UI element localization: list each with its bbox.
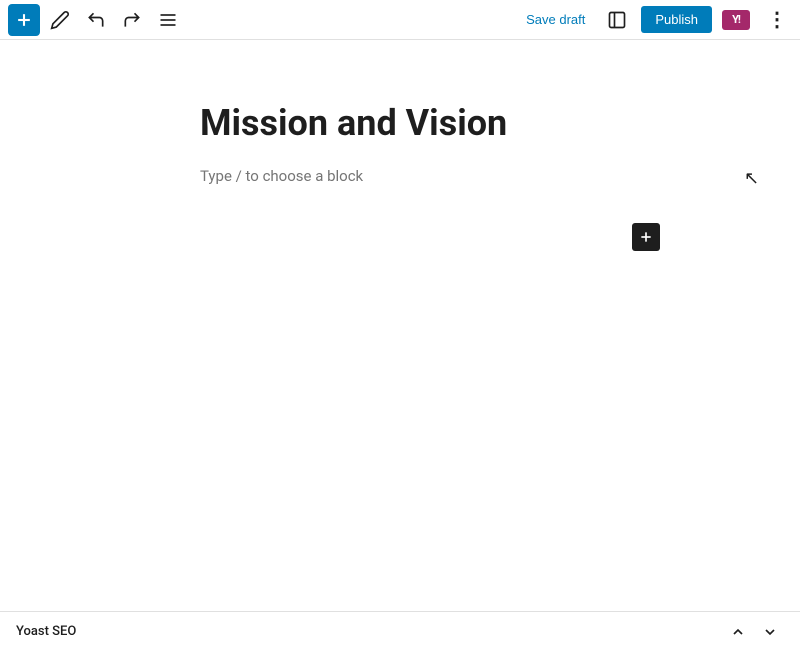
yoast-expand-down-button[interactable] xyxy=(756,618,784,646)
undo-icon xyxy=(86,10,106,30)
more-options-button[interactable]: ⋮ xyxy=(760,4,792,36)
save-draft-button[interactable]: Save draft xyxy=(518,8,593,31)
publish-button[interactable]: Publish xyxy=(641,6,712,33)
document-overview-button[interactable] xyxy=(152,4,184,36)
redo-icon xyxy=(122,10,142,30)
add-block-floating-button[interactable] xyxy=(632,223,660,251)
view-button[interactable] xyxy=(601,4,633,36)
add-block-toolbar-button[interactable] xyxy=(8,4,40,36)
list-icon xyxy=(158,10,178,30)
chevron-up-icon xyxy=(730,624,746,640)
editor-area: Mission and Vision Type / to choose a bl… xyxy=(0,40,800,611)
yoast-seo-label: Yoast SEO xyxy=(16,624,76,639)
toolbar-left xyxy=(8,4,184,36)
redo-button[interactable] xyxy=(116,4,148,36)
bottom-bar-controls xyxy=(724,618,784,646)
block-placeholder[interactable]: Type / to choose a block xyxy=(200,167,600,185)
post-title[interactable]: Mission and Vision xyxy=(200,100,600,147)
chevron-down-icon xyxy=(762,624,778,640)
add-block-plus-icon xyxy=(638,229,654,245)
cursor-indicator: ↖ xyxy=(744,168,754,184)
pen-tool-button[interactable] xyxy=(44,4,76,36)
plus-icon xyxy=(14,10,34,30)
view-icon xyxy=(607,10,627,30)
pen-icon xyxy=(50,10,70,30)
undo-button[interactable] xyxy=(80,4,112,36)
yoast-seo-bar: Yoast SEO xyxy=(0,611,800,651)
toolbar-right: Save draft Publish Y! ⋮ xyxy=(518,4,792,36)
yoast-expand-up-button[interactable] xyxy=(724,618,752,646)
yoast-icon: Y! xyxy=(722,10,750,30)
top-toolbar: Save draft Publish Y! ⋮ xyxy=(0,0,800,40)
yoast-badge[interactable]: Y! xyxy=(720,4,752,36)
